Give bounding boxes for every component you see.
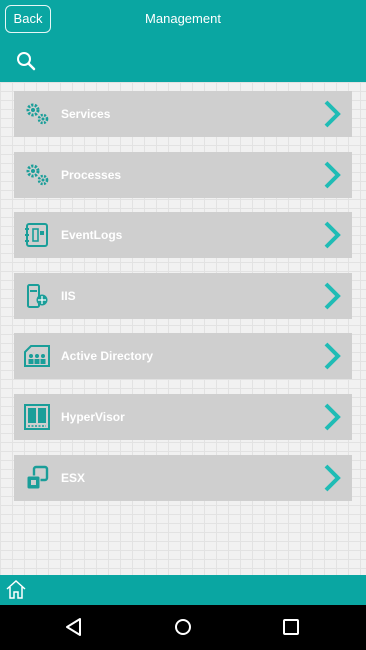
bottom-toolbar [0,575,366,605]
menu-item-esx[interactable]: ESX [14,455,352,501]
menu-item-label: HyperVisor [61,410,125,424]
chevron-right-icon [322,402,342,432]
home-circle-icon[interactable] [173,617,193,637]
chevron-right-icon [322,99,342,129]
menu-item-label: Processes [61,168,122,182]
menu-list: Services Processes EventLogs IIS Active … [0,82,366,575]
app-header: Back Management [0,0,366,82]
menu-item-processes[interactable]: Processes [14,152,352,198]
page-title: Management [145,11,221,26]
chevron-right-icon [322,341,342,371]
back-triangle-icon[interactable] [64,617,84,637]
iis-server-icon [24,283,50,309]
menu-item-label: Active Directory [61,349,154,363]
esx-icon [24,465,50,491]
recents-square-icon[interactable] [281,617,301,637]
active-directory-icon [24,343,50,369]
chevron-right-icon [322,220,342,250]
chevron-right-icon [322,160,342,190]
menu-item-label: IIS [61,289,76,303]
menu-item-eventlogs[interactable]: EventLogs [14,212,352,258]
menu-item-label: Services [61,107,111,121]
hypervisor-icon [24,404,50,430]
search-icon[interactable] [15,50,37,72]
android-navigation-bar [0,605,366,650]
menu-item-label: EventLogs [61,228,123,242]
menu-item-services[interactable]: Services [14,91,352,137]
home-icon[interactable] [5,578,27,600]
menu-item-label: ESX [61,471,86,485]
chevron-right-icon [322,463,342,493]
menu-item-active-directory[interactable]: Active Directory [14,333,352,379]
gears-icon [24,101,50,127]
gears-icon [24,162,50,188]
menu-item-iis[interactable]: IIS [14,273,352,319]
menu-item-hypervisor[interactable]: HyperVisor [14,394,352,440]
chevron-right-icon [322,281,342,311]
eventlog-icon [24,222,50,248]
